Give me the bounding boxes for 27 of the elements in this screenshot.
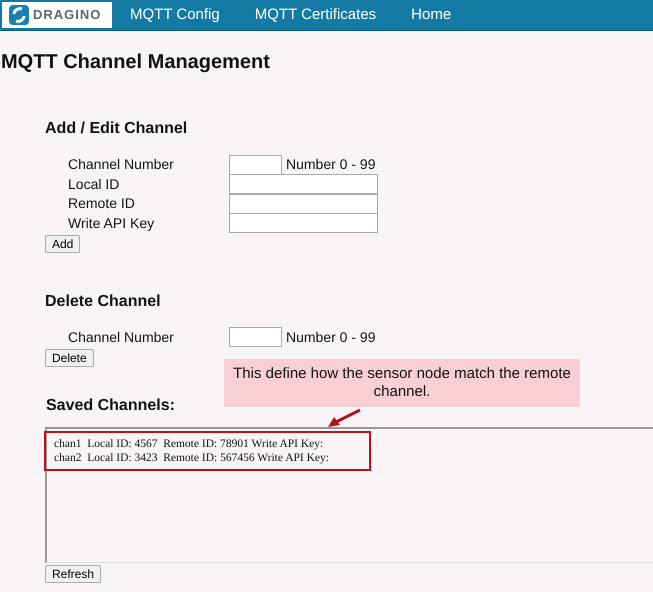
field-label: Write API Key [67, 214, 156, 233]
action-button[interactable]: Add [45, 235, 80, 254]
section-heading: Add / Edit Channel [45, 119, 188, 138]
logo[interactable]: DRAGINO [2, 2, 112, 28]
input-field[interactable] [229, 327, 282, 348]
nav-link[interactable]: MQTT Config [112, 0, 237, 30]
input-field[interactable] [229, 194, 378, 214]
field-label: Channel Number [67, 155, 175, 174]
section-heading: Delete Channel [45, 292, 162, 312]
page-title: MQTT Channel Management [1, 50, 271, 74]
input-field[interactable] [229, 154, 282, 175]
channel-line: chan1 Local ID: 4567 Remote ID: 78901 Write API Key: [54, 437, 324, 452]
field-label: Local ID [67, 174, 120, 194]
section-heading: Saved Channels: [46, 396, 175, 416]
channel-line: chan2 Local ID: 3423 Remote ID: 567456 Write API Key: [54, 451, 330, 466]
logo-mark-icon [9, 5, 29, 25]
input-field[interactable] [229, 174, 378, 194]
field-label: Channel Number [67, 328, 175, 347]
input-field[interactable] [229, 213, 378, 234]
field-label: Remote ID [67, 194, 136, 214]
hint-text: Number 0 - 99 [286, 155, 376, 174]
nav-link[interactable]: Home [393, 0, 468, 30]
nav-link[interactable]: MQTT Certificates [236, 0, 394, 30]
refresh-button[interactable]: Refresh [45, 565, 102, 584]
annotation-callout: This define how the sensor node match the remote channel. [224, 359, 580, 407]
hint-text: Number 0 - 99 [286, 328, 376, 347]
action-button[interactable]: Delete [45, 348, 94, 367]
